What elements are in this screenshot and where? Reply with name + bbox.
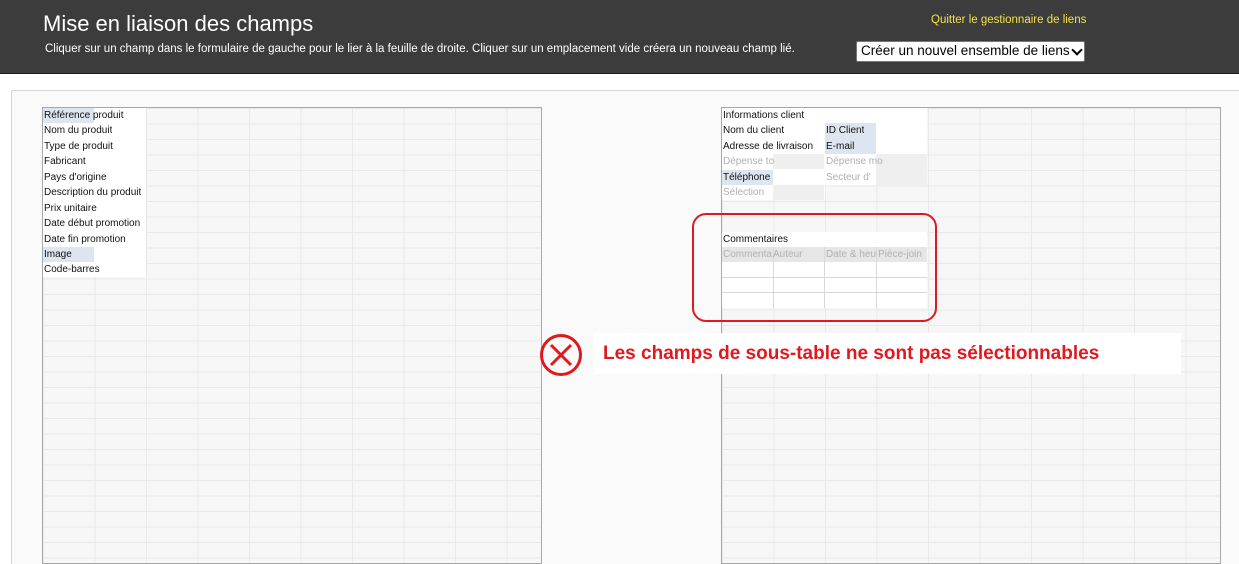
left-field-item[interactable]: Image <box>42 247 72 262</box>
page-title: Mise en liaison des champs <box>43 11 314 36</box>
left-field-item[interactable]: Type de produit <box>42 139 113 154</box>
field-email[interactable]: E-mail <box>824 139 854 154</box>
left-field-item[interactable]: Description du produit <box>42 185 141 200</box>
field-adresse-livraison[interactable]: Adresse de livraison <box>721 139 813 154</box>
link-set-select-value: Créer un nouvel ensemble de liens <box>861 43 1070 58</box>
left-field-item[interactable]: Nom du produit <box>42 123 112 138</box>
field-nom-client[interactable]: Nom du client <box>721 123 784 138</box>
left-field-item[interactable]: Fabricant <box>42 154 86 169</box>
field-secteur[interactable]: Secteur d' <box>824 170 876 185</box>
cross-circle-icon <box>540 334 582 376</box>
quit-link-manager-link[interactable]: Quitter le gestionnaire de liens <box>931 14 1086 26</box>
field-depense-mois[interactable]: Dépense mo <box>824 154 886 169</box>
left-field-item[interactable]: Date début promotion <box>42 216 140 231</box>
field-id-client[interactable]: ID Client <box>824 123 864 138</box>
left-field-item[interactable]: Date fin promotion <box>42 232 126 247</box>
right-field-shade <box>773 154 824 169</box>
warning-message: Les champs de sous-table ne sont pas sél… <box>603 343 1100 364</box>
link-set-select[interactable]: Créer un nouvel ensemble de liens <box>856 41 1085 62</box>
field-depense-totale[interactable]: Dépense to <box>721 154 775 169</box>
left-field-item[interactable]: Pays d'origine <box>42 170 107 185</box>
subtable-highlight-outline <box>692 213 937 322</box>
left-field-item[interactable]: Prix unitaire <box>42 201 97 216</box>
chevron-down-icon <box>1071 44 1083 56</box>
field-selection[interactable]: Sélection <box>721 185 764 200</box>
page-instructions: Cliquer sur un champ dans le formulaire … <box>45 43 795 55</box>
section-title-client-info: Informations client <box>723 110 805 121</box>
right-field-shade <box>773 185 824 200</box>
field-telephone[interactable]: Téléphone <box>721 170 770 185</box>
header-bar: Mise en liaison des champs Cliquer sur u… <box>0 0 1239 74</box>
left-field-item[interactable]: Code-barres <box>42 262 100 277</box>
left-field-item[interactable]: Référence produit <box>42 108 124 123</box>
